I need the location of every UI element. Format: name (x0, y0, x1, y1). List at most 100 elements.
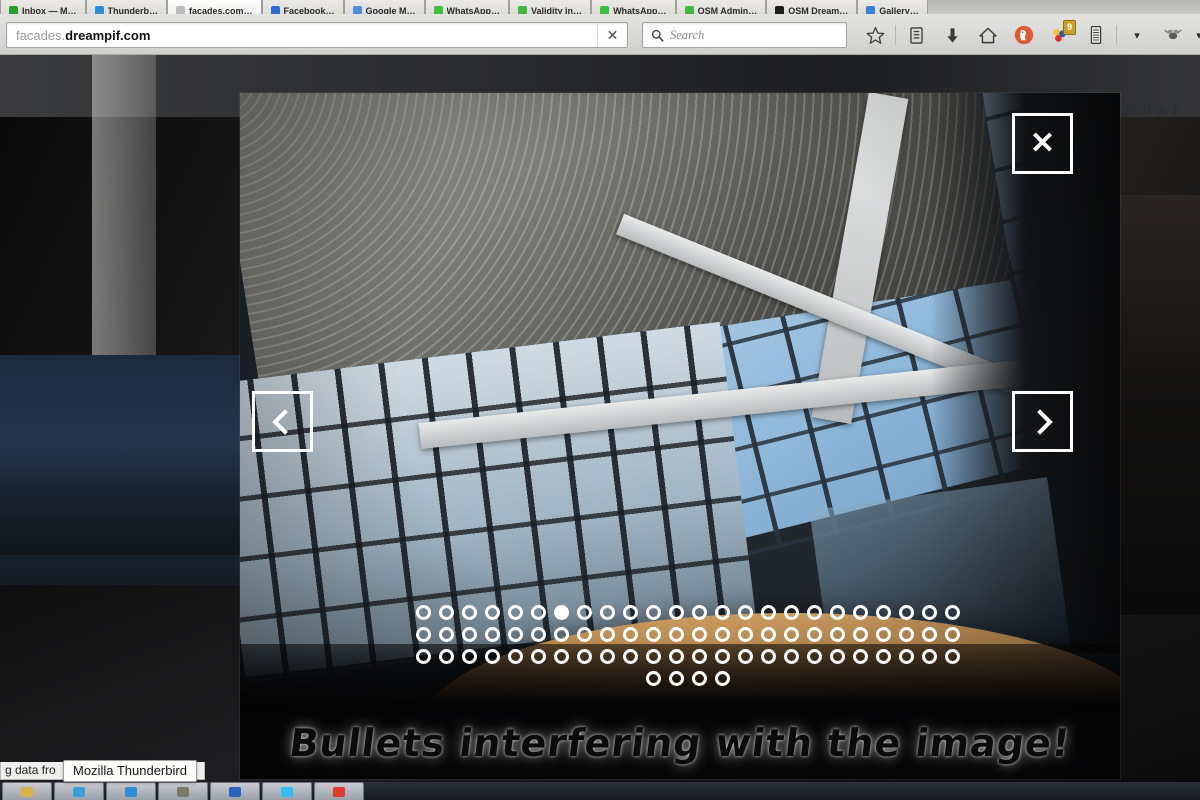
taskbar-button[interactable] (262, 782, 312, 800)
lightbox-bullet[interactable] (599, 605, 615, 620)
lightbox-bullet[interactable] (530, 605, 546, 620)
lightbox-bullet[interactable] (714, 605, 730, 620)
lightbox-bullet[interactable] (760, 649, 776, 664)
lightbox-bullet[interactable] (415, 649, 431, 664)
taskbar-button[interactable] (2, 782, 52, 800)
address-bar[interactable]: facades.dreampif.com ✕ (6, 22, 628, 48)
search-box[interactable]: Search (642, 22, 847, 48)
reading-list-button[interactable] (898, 20, 934, 50)
lightbox-bullet[interactable] (875, 649, 891, 664)
lightbox-bullet[interactable] (438, 605, 454, 620)
lightbox-bullet[interactable] (645, 671, 661, 686)
lightbox-bullet[interactable] (944, 649, 960, 664)
lightbox-prev-button[interactable] (252, 391, 313, 452)
lightbox-bullet[interactable] (829, 605, 845, 620)
lightbox-bullet[interactable] (806, 605, 822, 620)
lightbox-bullet[interactable] (783, 605, 799, 620)
clear-url-button[interactable]: ✕ (597, 23, 627, 47)
lightbox-bullet[interactable] (691, 627, 707, 642)
browser-tab[interactable]: Thunderb… (85, 0, 167, 14)
lightbox-bullet[interactable] (783, 627, 799, 642)
lightbox-bullet[interactable] (714, 649, 730, 664)
browser-tab[interactable]: Facebook… (261, 0, 344, 14)
lightbox-bullet[interactable] (461, 605, 477, 620)
lightbox-bullet[interactable] (530, 627, 546, 642)
taskbar-button[interactable] (210, 782, 260, 800)
home-button[interactable] (970, 20, 1006, 50)
lightbox-bullet[interactable] (691, 649, 707, 664)
lightbox-bullet[interactable] (760, 605, 776, 620)
lightbox-bullet[interactable] (737, 649, 753, 664)
browser-tab[interactable]: Validity in… (509, 0, 592, 14)
taskbar-button[interactable] (314, 782, 364, 800)
lightbox-bullet[interactable] (668, 649, 684, 664)
lightbox-bullet[interactable] (668, 671, 684, 686)
lightbox-close-button[interactable]: ✕ (1012, 113, 1073, 174)
lightbox-bullet[interactable] (507, 605, 523, 620)
search-input-placeholder[interactable]: Search (670, 28, 704, 43)
lightbox-bullet[interactable] (484, 627, 500, 642)
lightbox-bullet[interactable] (530, 649, 546, 664)
lightbox-bullet[interactable] (576, 649, 592, 664)
lightbox-bullet[interactable] (668, 605, 684, 620)
browser-tab[interactable]: WhatsApp… (591, 0, 676, 14)
lightbox-bullet[interactable] (553, 605, 569, 620)
lightbox-bullet[interactable] (921, 605, 937, 620)
lightbox-bullet[interactable] (783, 649, 799, 664)
lightbox-bullet[interactable] (507, 649, 523, 664)
lightbox-bullet[interactable] (852, 649, 868, 664)
lightbox-bullet[interactable] (645, 605, 661, 620)
lightbox-bullet[interactable] (875, 605, 891, 620)
lightbox-bullet[interactable] (760, 627, 776, 642)
lightbox-bullet[interactable] (737, 605, 753, 620)
browser-tab[interactable]: WhatsApp… (424, 0, 510, 14)
lightbox-bullet[interactable] (438, 649, 454, 664)
lightbox-next-button[interactable] (1012, 391, 1073, 452)
lightbox-bullet[interactable] (599, 649, 615, 664)
lightbox-bullet[interactable] (921, 649, 937, 664)
lightbox-bullet[interactable] (875, 627, 891, 642)
browser-tab[interactable]: Gallery… (857, 0, 928, 14)
lightbox-bullet[interactable] (898, 649, 914, 664)
taskbar-button[interactable] (106, 782, 156, 800)
browser-tab[interactable]: Google M… (343, 0, 425, 14)
lightbox-bullet[interactable] (714, 671, 730, 686)
lightbox-bullet[interactable] (829, 627, 845, 642)
toolbar-overflow-button[interactable]: ▾ (1191, 20, 1200, 50)
lightbox-bullet[interactable] (461, 649, 477, 664)
lightbox-bullet[interactable] (691, 671, 707, 686)
lightbox-bullet[interactable] (921, 627, 937, 642)
taskbar-button[interactable] (158, 782, 208, 800)
lightbox-bullet[interactable] (852, 605, 868, 620)
downloads-button[interactable] (934, 20, 970, 50)
browser-tab[interactable]: OSM Dream… (766, 0, 858, 14)
bookmark-star-button[interactable] (857, 20, 893, 50)
lightbox-bullet[interactable] (438, 627, 454, 642)
duckduckgo-button[interactable] (1006, 20, 1042, 50)
lightbox-bullet[interactable] (576, 627, 592, 642)
lightbox-bullet[interactable] (461, 627, 477, 642)
taskbar-button[interactable] (54, 782, 104, 800)
balloons-extension-button[interactable]: 9 (1042, 20, 1078, 50)
extension-gray-button[interactable] (1155, 20, 1191, 50)
browser-tab[interactable]: facades.com… (167, 0, 262, 14)
lightbox-bullet[interactable] (415, 627, 431, 642)
lightbox-bullet[interactable] (714, 627, 730, 642)
lightbox-bullet[interactable] (622, 627, 638, 642)
lightbox-bullet[interactable] (806, 649, 822, 664)
lightbox-bullet[interactable] (576, 605, 592, 620)
browser-tab[interactable]: Inbox — M… (0, 0, 86, 14)
lightbox-bullet[interactable] (806, 627, 822, 642)
lightbox-bullet[interactable] (622, 649, 638, 664)
lightbox-bullet[interactable] (622, 605, 638, 620)
lightbox-bullet[interactable] (898, 627, 914, 642)
lightbox-bullet[interactable] (553, 649, 569, 664)
lightbox-bullet[interactable] (944, 627, 960, 642)
lightbox-bullet[interactable] (484, 649, 500, 664)
lightbox-bullet[interactable] (944, 605, 960, 620)
lightbox-bullet[interactable] (668, 627, 684, 642)
lightbox-bullet[interactable] (852, 627, 868, 642)
lightbox-bullet[interactable] (553, 627, 569, 642)
lightbox-bullet[interactable] (737, 627, 753, 642)
lightbox-bullet[interactable] (829, 649, 845, 664)
